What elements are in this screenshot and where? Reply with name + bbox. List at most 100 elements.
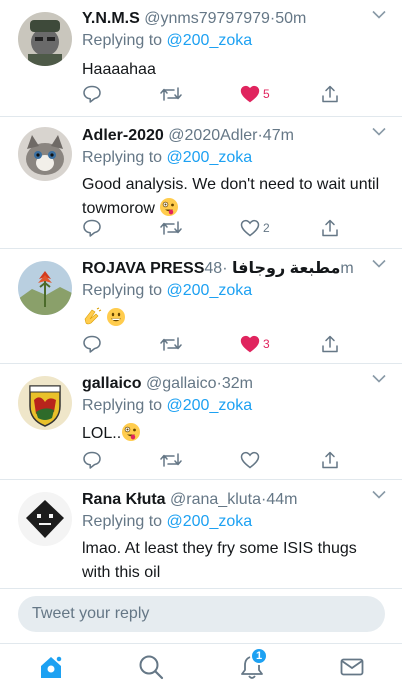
like-button[interactable]: 3 — [240, 333, 270, 355]
chevron-down-icon[interactable] — [372, 374, 386, 383]
tab-home[interactable] — [37, 653, 65, 681]
reply-compose-box[interactable] — [18, 596, 385, 632]
avatar[interactable] — [18, 127, 72, 181]
replying-to: Replying to @200_zoka — [82, 511, 388, 533]
chevron-down-icon[interactable] — [372, 10, 386, 19]
tweet-text-body: LOL.. — [82, 425, 122, 442]
mail-icon — [340, 658, 364, 676]
tweet-text: LOL.. — [82, 422, 388, 446]
user-handle[interactable]: @2020Adler — [168, 127, 257, 144]
reply-mention-link[interactable]: @200_zoka — [167, 513, 253, 530]
retweet-button[interactable] — [160, 333, 182, 355]
display-name[interactable]: gallaico — [82, 375, 142, 392]
reply-mention-link[interactable]: @200_zoka — [167, 282, 253, 299]
share-button[interactable] — [320, 333, 340, 355]
replying-to: Replying to @200_zoka — [82, 280, 388, 302]
timestamp[interactable]: 50m — [275, 10, 306, 27]
like-count: 5 — [263, 87, 270, 101]
like-button[interactable]: 5 — [240, 83, 270, 105]
tweet-text: Good analysis. We don't need to wait unt… — [82, 173, 388, 221]
like-icon — [240, 451, 260, 469]
user-handle[interactable]: @rana_kluta — [170, 491, 261, 508]
replying-to-label: Replying to — [82, 282, 163, 299]
display-name[interactable]: Y.N.M.S — [82, 10, 140, 27]
share-button[interactable] — [320, 449, 340, 471]
replying-to-label: Replying to — [82, 397, 163, 414]
reply-icon — [83, 451, 101, 469]
grinning-face-emoji — [107, 308, 126, 326]
like-icon — [240, 85, 260, 103]
replying-to: Replying to @200_zoka — [82, 30, 388, 52]
tweet-actions — [82, 449, 352, 471]
tweet-text-body: Good analysis. We don't need to wait unt… — [82, 176, 380, 217]
separator-dot: · — [222, 260, 228, 277]
like-icon — [240, 335, 260, 353]
like-count: 3 — [263, 337, 270, 351]
tweet-actions: 5 — [82, 83, 352, 105]
retweet-icon — [160, 221, 182, 235]
tweet-header: gallaico @gallaico·32m — [82, 373, 388, 395]
tweet-text: Haaaahaa — [82, 58, 388, 82]
user-handle[interactable]: @ynms79797979 — [144, 10, 270, 27]
chevron-down-icon[interactable] — [372, 127, 386, 136]
replying-to-label: Replying to — [82, 32, 163, 49]
share-button[interactable] — [320, 217, 340, 239]
reply-tweet[interactable]: gallaico @gallaico·32m Replying to @200_… — [0, 364, 402, 480]
share-button[interactable] — [320, 83, 340, 105]
like-button[interactable]: 2 — [240, 217, 270, 239]
reply-mention-link[interactable]: @200_zoka — [167, 149, 253, 166]
like-count: 2 — [263, 221, 270, 235]
reply-mention-link[interactable]: @200_zoka — [167, 397, 253, 414]
timestamp[interactable]: 32m — [222, 375, 253, 392]
like-button[interactable] — [240, 449, 263, 471]
tweet-text-body: Haaaahaa — [82, 61, 156, 78]
reply-tweet[interactable]: Rana Kłuta @rana_kluta·44m Replying to @… — [0, 480, 402, 588]
display-name[interactable]: Rana Kłuta — [82, 491, 166, 508]
tweet-reply-input[interactable] — [18, 596, 385, 632]
replying-to-label: Replying to — [82, 149, 163, 166]
replying-to: Replying to @200_zoka — [82, 147, 388, 169]
reply-button[interactable] — [82, 449, 102, 471]
chevron-down-icon[interactable] — [372, 490, 386, 499]
tweet-header: ROJAVA PRESSمطبعة روجافا ·48m — [82, 258, 388, 280]
reply-tweet[interactable]: Y.N.M.S @ynms79797979·50m Replying to @2… — [0, 0, 402, 117]
avatar[interactable] — [18, 492, 72, 546]
tab-notifications[interactable]: 1 — [238, 647, 268, 681]
retweet-button[interactable] — [160, 217, 182, 239]
divider — [0, 588, 402, 589]
retweet-icon — [160, 453, 182, 467]
replies-feed: Y.N.M.S @ynms79797979·50m Replying to @2… — [0, 0, 402, 588]
tweet-actions: 2 — [82, 217, 352, 239]
reply-tweet[interactable]: ROJAVA PRESSمطبعة روجافا ·48m Replying t… — [0, 249, 402, 364]
tweet-actions: 3 — [82, 333, 352, 355]
reply-button[interactable] — [82, 333, 102, 355]
timestamp[interactable]: 44m — [266, 491, 297, 508]
tab-search[interactable] — [137, 653, 165, 681]
retweet-icon — [160, 87, 182, 101]
share-icon — [322, 335, 338, 353]
tweet-text — [82, 307, 388, 331]
chevron-down-icon[interactable] — [372, 259, 386, 268]
share-icon — [322, 219, 338, 237]
retweet-button[interactable] — [160, 83, 182, 105]
avatar[interactable] — [18, 261, 72, 315]
avatar[interactable] — [18, 12, 72, 66]
display-name[interactable]: Adler-2020 — [82, 127, 164, 144]
retweet-button[interactable] — [160, 449, 182, 471]
reply-tweet[interactable]: Adler-2020 @2020Adler·47m Replying to @2… — [0, 117, 402, 249]
bottom-tab-bar: 1 — [0, 643, 402, 693]
share-icon — [322, 451, 338, 469]
tweet-header: Y.N.M.S @ynms79797979·50m — [82, 8, 388, 30]
reply-icon — [83, 85, 101, 103]
replying-to-label: Replying to — [82, 513, 163, 530]
timestamp[interactable]: 47m — [263, 127, 294, 144]
tab-messages[interactable] — [338, 653, 366, 681]
share-icon — [322, 85, 338, 103]
reply-icon — [83, 335, 101, 353]
avatar[interactable] — [18, 376, 72, 430]
reply-button[interactable] — [82, 217, 102, 239]
home-icon — [41, 655, 63, 678]
reply-mention-link[interactable]: @200_zoka — [167, 32, 253, 49]
reply-button[interactable] — [82, 83, 102, 105]
user-handle[interactable]: @gallaico — [146, 375, 217, 392]
